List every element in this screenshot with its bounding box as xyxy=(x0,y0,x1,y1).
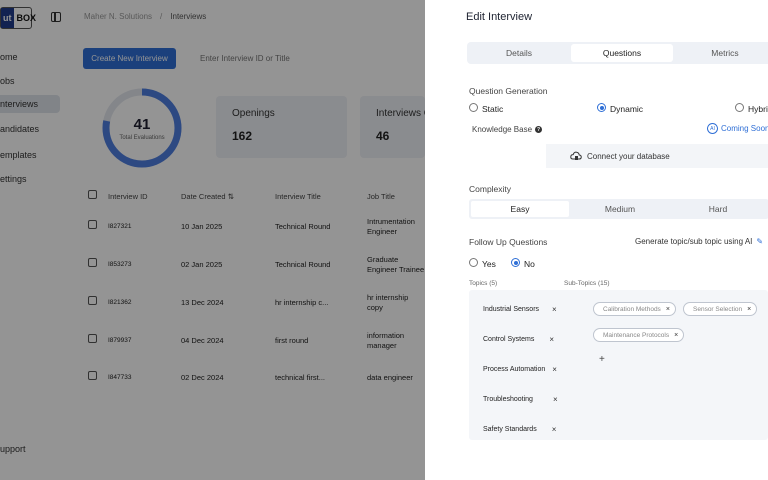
radio-yes-label[interactable]: Yes xyxy=(482,259,496,269)
radio-hybrid[interactable] xyxy=(735,103,744,112)
complexity-selector: Easy Medium Hard xyxy=(469,199,768,219)
radio-static-label[interactable]: Static xyxy=(482,104,503,114)
generate-topics-link[interactable]: Generate topic/sub topic using AI ✎ xyxy=(635,237,763,246)
modal-backdrop[interactable] xyxy=(0,0,425,480)
subtopic-chip[interactable]: Calibration Methods × xyxy=(593,302,676,316)
radio-static[interactable] xyxy=(469,103,478,112)
connect-database-button[interactable]: Connect your database xyxy=(546,144,768,168)
subtopic-label: Maintenance Protocols xyxy=(603,331,670,339)
drawer-tabs: Details Questions Metrics xyxy=(467,42,768,64)
remove-icon[interactable]: × xyxy=(552,365,557,374)
tab-details[interactable]: Details xyxy=(469,44,569,62)
drawer-title: Edit Interview xyxy=(466,11,533,23)
remove-icon[interactable]: × xyxy=(674,332,678,339)
question-generation-label: Question Generation xyxy=(469,86,548,96)
knowledge-base: Knowledge Base ? xyxy=(472,125,543,134)
radio-no[interactable] xyxy=(511,258,520,267)
radio-dynamic[interactable] xyxy=(597,103,606,112)
subtopic-chip[interactable]: Maintenance Protocols × xyxy=(593,328,685,342)
tab-questions[interactable]: Questions xyxy=(571,44,673,62)
radio-yes[interactable] xyxy=(469,258,478,267)
topic-label: Troubleshooting xyxy=(483,396,533,403)
complexity-easy[interactable]: Easy xyxy=(471,201,569,217)
connect-database-label: Connect your database xyxy=(587,151,670,161)
topic-label: Industrial Sensors xyxy=(483,306,540,313)
subtopic-label: Sensor Selection xyxy=(693,305,743,313)
tab-metrics[interactable]: Metrics xyxy=(675,44,768,62)
complexity-hard[interactable]: Hard xyxy=(669,201,767,217)
topic-label: Safety Standards xyxy=(483,426,537,433)
follow-up-label: Follow Up Questions xyxy=(469,237,548,247)
coming-soon-badge: AI Coming Soon xyxy=(707,123,768,134)
remove-icon[interactable]: × xyxy=(553,395,558,404)
topic-item[interactable]: Process Automation × xyxy=(483,365,557,374)
cloud-database-icon xyxy=(570,151,582,160)
topic-item[interactable]: Industrial Sensors × xyxy=(483,305,557,314)
complexity-label: Complexity xyxy=(469,184,512,194)
remove-icon[interactable]: × xyxy=(552,305,557,314)
subtopics-count-label: Sub-Topics (15) xyxy=(564,280,610,287)
edit-interview-drawer: Edit Interview Details Questions Metrics… xyxy=(425,0,768,480)
pencil-icon: ✎ xyxy=(756,237,764,246)
knowledge-base-label: Knowledge Base xyxy=(472,125,533,134)
ai-icon: AI xyxy=(707,123,718,134)
radio-hybrid-label[interactable]: Hybri xyxy=(748,104,768,114)
radio-no-label[interactable]: No xyxy=(524,259,535,269)
info-icon[interactable]: ? xyxy=(535,126,543,133)
remove-icon[interactable]: × xyxy=(747,306,751,313)
topic-item[interactable]: Troubleshooting × xyxy=(483,395,558,404)
subtopic-label: Calibration Methods xyxy=(603,305,661,313)
remove-icon[interactable]: × xyxy=(666,306,670,313)
topic-item[interactable]: Control Systems × xyxy=(483,335,554,344)
remove-icon[interactable]: × xyxy=(552,425,557,434)
radio-dynamic-label[interactable]: Dynamic xyxy=(610,104,643,114)
topics-count-label: Topics (5) xyxy=(469,280,498,287)
subtopic-chip[interactable]: Sensor Selection × xyxy=(683,302,758,316)
add-subtopic-icon[interactable]: + xyxy=(599,354,605,365)
coming-soon-label: Coming Soon xyxy=(721,124,768,133)
complexity-medium[interactable]: Medium xyxy=(571,201,669,217)
generate-topics-label: Generate topic/sub topic using AI xyxy=(635,237,753,246)
topic-label: Control Systems xyxy=(483,336,535,343)
topic-item[interactable]: Safety Standards × xyxy=(483,425,556,434)
remove-icon[interactable]: × xyxy=(549,335,554,344)
topics-panel: Industrial Sensors × Control Systems × Pro… xyxy=(469,290,768,440)
topic-label: Process Automation xyxy=(483,366,546,373)
